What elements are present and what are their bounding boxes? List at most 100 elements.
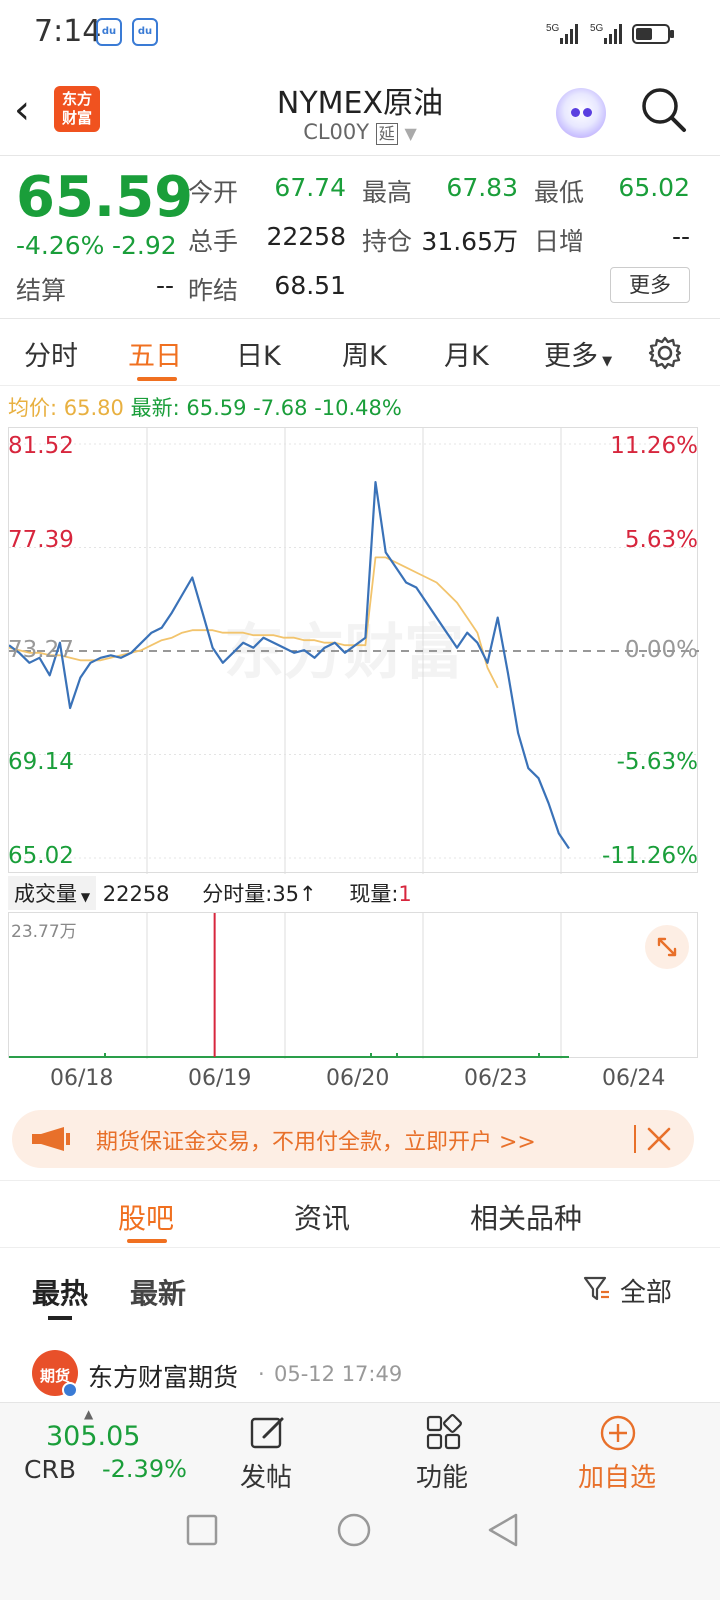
search-icon[interactable] xyxy=(640,86,688,134)
x-tick-label: 06/18 xyxy=(50,1066,114,1091)
bottom-toolbar: ▲ 305.05 CRB -2.39% 发帖 功能 加自选 xyxy=(0,1402,720,1494)
post-author[interactable]: 东方财富期货 xyxy=(88,1358,238,1394)
post-dot: · xyxy=(258,1362,265,1386)
tick-volume: 35 xyxy=(272,882,300,906)
price-info-line: 均价: 65.80 最新: 65.59 -7.68 -10.48% xyxy=(8,396,402,420)
gear-icon[interactable] xyxy=(648,336,682,370)
app-header: ‹ 东方 财富 NYMEX原油 CL00Y 延 ▼ xyxy=(0,68,720,156)
function-button[interactable]: 功能 xyxy=(404,1409,484,1493)
latest-pct: -10.48% xyxy=(314,396,402,420)
avg-price: 65.80 xyxy=(63,396,124,420)
robot-assistant-icon[interactable] xyxy=(556,88,606,138)
post-time: 05-12 17:49 xyxy=(274,1362,403,1386)
section-tabs: 股吧 资讯 相关品种 xyxy=(0,1180,720,1248)
prev-settle-label: 昨结 xyxy=(188,276,239,305)
more-button[interactable]: 更多 xyxy=(610,267,690,303)
y-tick-left: 69.14 xyxy=(8,749,74,775)
daily-inc-label: 日增 xyxy=(534,227,585,256)
tab-underline xyxy=(127,1239,167,1243)
back-nav-icon[interactable] xyxy=(486,1512,520,1548)
post-button[interactable]: 发帖 xyxy=(228,1409,308,1493)
last-price: 65.59 xyxy=(16,165,194,230)
baidu-app-icon: du xyxy=(132,18,158,46)
tab-intraday[interactable]: 分时 xyxy=(24,334,78,373)
promo-banner[interactable]: 期货保证金交易，不用付全款，立即开户 >> xyxy=(12,1110,694,1168)
tab-five-day[interactable]: 五日 xyxy=(128,334,182,373)
current-volume: 1 xyxy=(398,882,412,906)
post-item[interactable]: 期货 东方财富期货 · 05-12 17:49 xyxy=(0,1344,720,1400)
sort-row: 最热 最新 全部 xyxy=(0,1258,720,1338)
tab-weekly-k[interactable]: 周K xyxy=(342,334,387,373)
quote-panel: 65.59 -4.26% -2.92 今开 67.74 最高 67.83 最低 … xyxy=(0,157,720,319)
oi-value: 31.65万 xyxy=(421,227,518,256)
promo-text: 期货保证金交易，不用付全款，立即开户 >> xyxy=(96,1130,536,1155)
status-bar: 7:14 du du 5G 5G xyxy=(0,0,720,68)
y-tick-right: -11.26% xyxy=(602,843,698,869)
status-time: 7:14 xyxy=(34,14,102,49)
plus-circle-icon xyxy=(600,1415,636,1451)
y-tick-right: 5.63% xyxy=(624,527,698,553)
change-pct: -4.26% xyxy=(16,231,105,260)
caret-up-icon: ▲ xyxy=(84,1407,94,1421)
change-value: -2.92 xyxy=(112,231,177,260)
latest-price: 65.59 xyxy=(186,396,247,420)
volume-label: 总手 xyxy=(188,227,239,256)
home-icon[interactable] xyxy=(336,1512,372,1548)
prev-settle-value: 68.51 xyxy=(274,271,346,300)
crb-pct: -2.39% xyxy=(102,1455,187,1483)
baidu-app-icon: du xyxy=(96,18,122,46)
high-value: 67.83 xyxy=(446,173,518,202)
battery-icon xyxy=(632,24,674,44)
filter-all[interactable]: 全部 xyxy=(620,1272,672,1309)
crb-label: CRB xyxy=(24,1455,76,1484)
volume-dropdown[interactable]: 成交量 ▼ xyxy=(8,876,97,910)
y-tick-left: 73.27 xyxy=(8,637,74,663)
tab-related[interactable]: 相关品种 xyxy=(470,1197,582,1237)
megaphone-icon xyxy=(32,1127,70,1151)
y-tick-right: -5.63% xyxy=(616,749,698,775)
expand-icon[interactable] xyxy=(645,925,689,969)
caret-down-icon: ▼ xyxy=(77,890,91,904)
contract-code[interactable]: CL00Y 延 ▼ xyxy=(0,120,720,145)
daily-inc-value: -- xyxy=(671,222,690,251)
page-title: NYMEX原油 xyxy=(276,86,444,121)
sort-hot[interactable]: 最热 xyxy=(32,1272,88,1312)
chevron-down-icon: ▼ xyxy=(404,124,417,143)
tab-news[interactable]: 资讯 xyxy=(294,1197,350,1237)
tab-daily-k[interactable]: 日K xyxy=(236,334,281,373)
sort-new[interactable]: 最新 xyxy=(130,1272,186,1312)
tab-more[interactable]: 更多 ▼ xyxy=(544,334,612,373)
volume-max-label: 23.77万 xyxy=(11,922,77,942)
add-watchlist-button[interactable]: 加自选 xyxy=(570,1409,670,1493)
system-nav-bar xyxy=(0,1494,720,1600)
sort-underline xyxy=(48,1316,72,1320)
x-tick-label: 06/23 xyxy=(464,1066,528,1091)
y-tick-right: 11.26% xyxy=(610,433,698,459)
tab-underline xyxy=(137,377,177,381)
y-tick-left: 77.39 xyxy=(8,527,74,553)
tab-monthly-k[interactable]: 月K xyxy=(444,334,489,373)
volume-chart[interactable]: 23.77万 xyxy=(8,912,698,1059)
latest-change: -7.68 xyxy=(253,396,308,420)
price-chart[interactable]: 东方财富 xyxy=(8,427,699,874)
edit-icon xyxy=(250,1417,284,1449)
settle-label: 结算 xyxy=(16,276,67,305)
promo-divider xyxy=(634,1125,636,1153)
settle-value: -- xyxy=(155,271,174,300)
y-tick-left: 81.52 xyxy=(8,433,74,459)
filter-icon[interactable] xyxy=(582,1274,612,1304)
volume-total: 22258 xyxy=(102,882,170,906)
open-label: 今开 xyxy=(188,178,239,207)
close-icon[interactable] xyxy=(646,1126,672,1152)
volume-bar: 成交量 ▼ 22258 分时量:35↑ 现量:1 xyxy=(8,876,708,910)
svg-text:5G: 5G xyxy=(590,23,604,34)
volume-value: 22258 xyxy=(266,222,346,251)
recents-icon[interactable] xyxy=(186,1514,218,1546)
x-tick-label: 06/20 xyxy=(326,1066,390,1091)
arrow-up-icon: ↑ xyxy=(299,882,317,906)
tab-guba[interactable]: 股吧 xyxy=(118,1197,174,1237)
verified-icon xyxy=(62,1382,78,1398)
signal-icon: 5G 5G xyxy=(546,23,622,44)
caret-down-icon: ▼ xyxy=(598,354,613,369)
period-tabs: 分时 五日 日K 周K 月K 更多 ▼ xyxy=(0,320,720,386)
